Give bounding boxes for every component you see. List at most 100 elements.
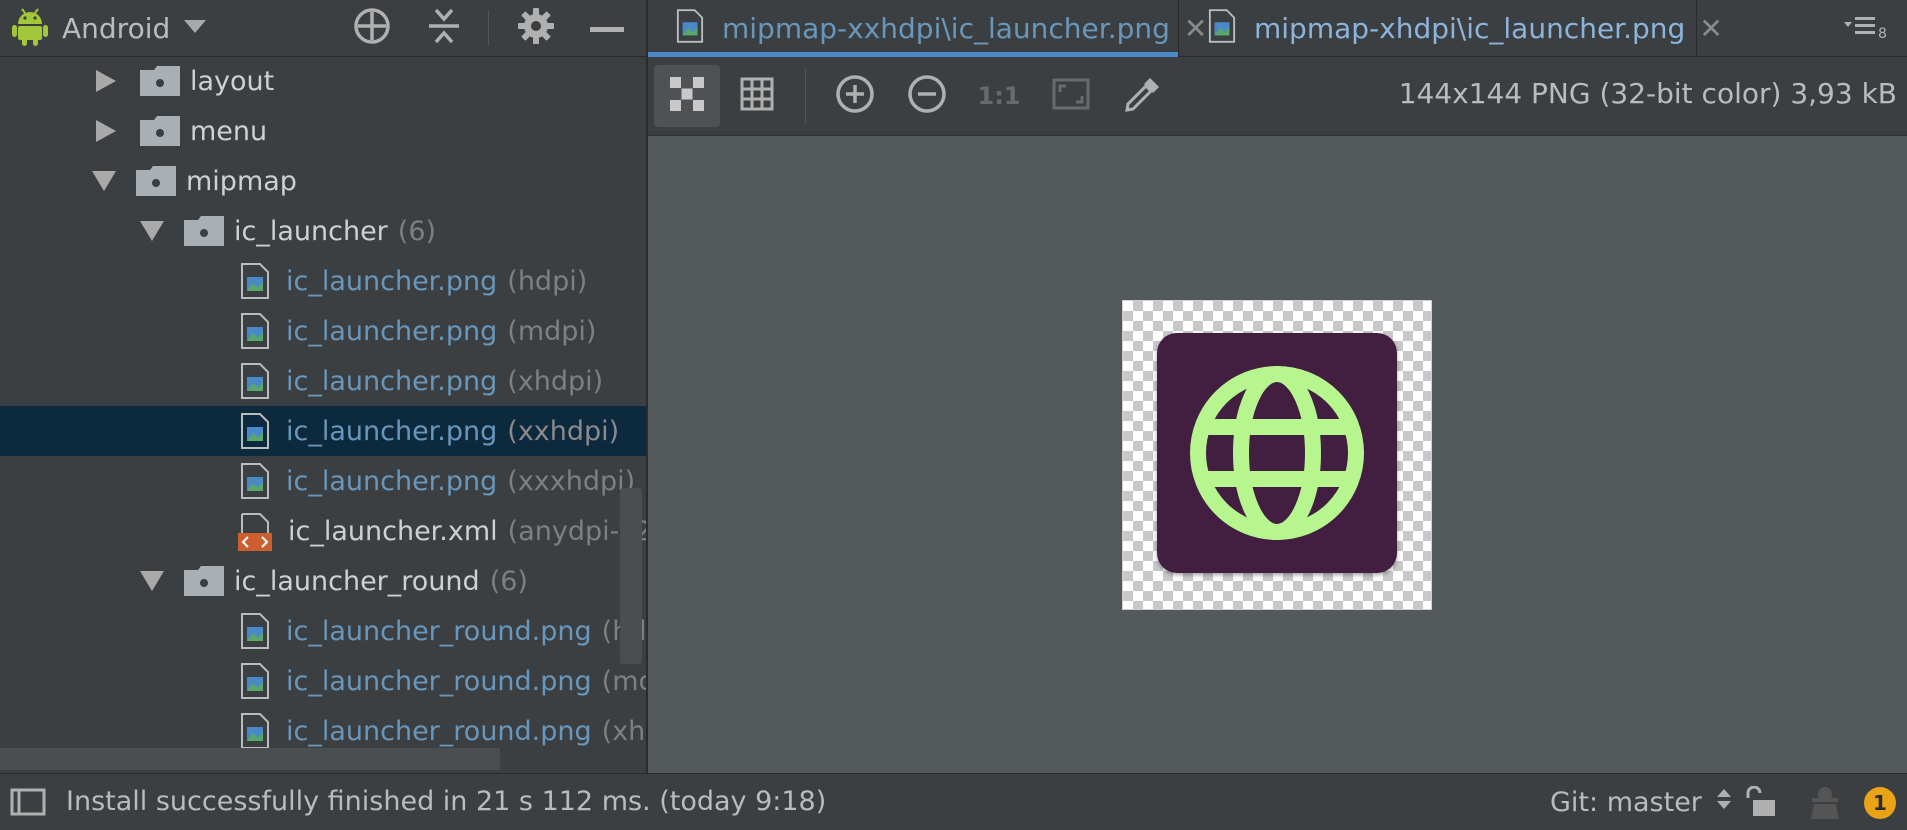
chevron-down-icon — [184, 19, 207, 38]
tree-item-qualifier: (mdpi) — [601, 665, 646, 697]
tree-item-label: ic_launcher.png — [286, 365, 498, 397]
image-info-label: 144x144 PNG (32-bit color) 3,93 kB — [1398, 77, 1897, 110]
folder-icon — [140, 66, 180, 96]
tree-item-label: ic_launcher.xml — [288, 515, 498, 547]
image-file-icon — [240, 263, 270, 299]
tree-item-qualifier: (6) — [489, 565, 528, 597]
tree-file-ic-launcher-round-hdpi[interactable]: ic_launcher_round.png (hdpi) — [0, 606, 646, 656]
image-preview — [1122, 300, 1432, 610]
project-panel: Android layout menu mipmap ic_launcher (… — [0, 0, 646, 773]
folder-icon — [136, 166, 176, 196]
tab-label: mipmap-xxhdpi\ic_launcher.png — [722, 11, 1170, 45]
tab-overflow-count: 8 — [1878, 26, 1887, 42]
sort-arrows-icon — [1716, 787, 1731, 818]
tree-file-ic-launcher-mdpi[interactable]: ic_launcher.png (mdpi) — [0, 306, 646, 356]
tree-horizontal-scrollbar[interactable] — [0, 748, 500, 770]
tree-file-ic-launcher-xhdpi[interactable]: ic_launcher.png (xhdpi) — [0, 356, 646, 406]
inspector-button[interactable] — [1808, 784, 1842, 824]
chevron-right-icon[interactable] — [96, 70, 116, 92]
tree-item-qualifier: (xhdpi) — [601, 715, 646, 747]
tree-item-label: mipmap — [186, 165, 297, 197]
image-file-icon — [240, 613, 270, 649]
tree-folder-ic-launcher-round[interactable]: ic_launcher_round (6) — [0, 556, 646, 606]
image-file-icon — [240, 413, 270, 449]
chevron-down-icon[interactable] — [140, 221, 164, 241]
collapse-all-icon — [427, 6, 461, 50]
image-file-icon — [240, 313, 270, 349]
tree-item-qualifier: (mdpi) — [507, 315, 597, 347]
xml-file-icon — [238, 513, 272, 551]
image-file-icon — [240, 363, 270, 399]
tree-item-qualifier: (hdpi) — [507, 265, 588, 297]
zoom-in-button[interactable] — [822, 65, 888, 127]
tree-file-ic-launcher-xml[interactable]: ic_launcher.xml (anydpi-v26) — [0, 506, 646, 556]
project-view-label: Android — [62, 11, 171, 45]
toggle-tool-windows-button[interactable] — [10, 788, 46, 820]
settings-button[interactable] — [514, 6, 558, 50]
tree-item-qualifier: (xhdpi) — [507, 365, 604, 397]
tab-mipmap-xhdpi-ic-launcher[interactable]: mipmap-xhdpi\ic_launcher.png ✕ — [1208, 0, 1723, 56]
readonly-toggle-button[interactable] — [1744, 785, 1776, 822]
locate-file-button[interactable] — [350, 6, 394, 50]
close-icon[interactable]: ✕ — [1184, 12, 1207, 45]
zoom-in-icon — [835, 74, 875, 118]
chevron-down-icon[interactable] — [92, 171, 116, 191]
image-file-icon — [240, 713, 270, 749]
chevron-right-icon[interactable] — [96, 120, 116, 142]
notification-badge[interactable]: 1 — [1864, 787, 1896, 819]
grid-toggle-button[interactable] — [724, 65, 790, 127]
tree-file-ic-launcher-round-mdpi[interactable]: ic_launcher_round.png (mdpi) — [0, 656, 646, 706]
hector-icon — [1808, 787, 1842, 824]
tab-overflow-button[interactable]: 8 — [1844, 14, 1887, 42]
minimize-panel-button[interactable] — [585, 6, 629, 50]
tree-item-qualifier: (6) — [397, 215, 437, 247]
tree-folder-menu[interactable]: menu — [0, 106, 646, 156]
grid-icon — [740, 77, 774, 115]
tab-list-icon — [1844, 14, 1876, 42]
status-bar: Install successfully finished in 21 s 11… — [0, 773, 1907, 830]
tree-item-label: ic_launcher.png — [286, 465, 498, 497]
tree-file-ic-launcher-hdpi[interactable]: ic_launcher.png (hdpi) — [0, 256, 646, 306]
fit-zoom-button[interactable] — [1038, 65, 1104, 127]
tab-divider — [1178, 0, 1179, 56]
chevron-down-icon[interactable] — [140, 571, 164, 591]
tab-mipmap-xxhdpi-ic-launcher[interactable]: mipmap-xxhdpi\ic_launcher.png ✕ — [676, 0, 1207, 56]
tab-divider — [1696, 0, 1697, 56]
zoom-out-button[interactable] — [894, 65, 960, 127]
toolbar-divider — [805, 69, 806, 123]
minimize-icon — [590, 19, 624, 38]
color-picker-button[interactable] — [1110, 65, 1176, 127]
tree-item-label: ic_launcher.png — [286, 315, 498, 347]
tree-item-label: ic_launcher_round.png — [286, 715, 592, 747]
header-divider — [488, 10, 489, 46]
status-message[interactable]: Install successfully finished in 21 s 11… — [66, 786, 826, 817]
tree-item-qualifier: (xxxhdpi) — [507, 465, 636, 497]
editor-tab-bar: mipmap-xxhdpi\ic_launcher.png ✕ mipmap-x… — [648, 0, 1907, 57]
tree-file-ic-launcher-xxxhdpi[interactable]: ic_launcher.png (xxxhdpi) — [0, 456, 646, 506]
globe-icon — [1189, 365, 1365, 545]
tree-item-label: layout — [190, 65, 275, 97]
folder-icon — [140, 116, 180, 146]
tree-item-label: ic_launcher — [234, 215, 388, 247]
image-file-icon — [240, 663, 270, 699]
collapse-all-button[interactable] — [422, 6, 466, 50]
tree-item-label: ic_launcher_round.png — [286, 665, 592, 697]
actual-size-button[interactable]: 1:1 — [966, 65, 1032, 127]
tree-item-label: ic_launcher.png — [286, 415, 498, 447]
folder-icon — [184, 216, 224, 246]
tree-folder-ic-launcher[interactable]: ic_launcher (6) — [0, 206, 646, 256]
tool-windows-icon — [10, 788, 46, 820]
git-branch-widget[interactable]: Git: master — [1550, 787, 1731, 818]
image-editor-toolbar: 1:1 144x144 PNG (32-bit color) 3,93 kB — [648, 57, 1907, 136]
tree-item-qualifier: (xxhdpi) — [507, 415, 620, 447]
tree-folder-layout[interactable]: layout — [0, 56, 646, 106]
tree-vertical-scrollbar[interactable] — [620, 488, 642, 664]
chessboard-toggle-button[interactable] — [654, 65, 720, 127]
android-icon — [12, 6, 48, 50]
tree-item-label: ic_launcher_round.png — [286, 615, 592, 647]
tree-file-ic-launcher-xxhdpi[interactable]: ic_launcher.png (xxhdpi) — [0, 406, 646, 456]
close-icon[interactable]: ✕ — [1699, 12, 1722, 45]
project-view-selector[interactable]: Android — [12, 6, 207, 50]
folder-icon — [184, 566, 224, 596]
tree-folder-mipmap[interactable]: mipmap — [0, 156, 646, 206]
